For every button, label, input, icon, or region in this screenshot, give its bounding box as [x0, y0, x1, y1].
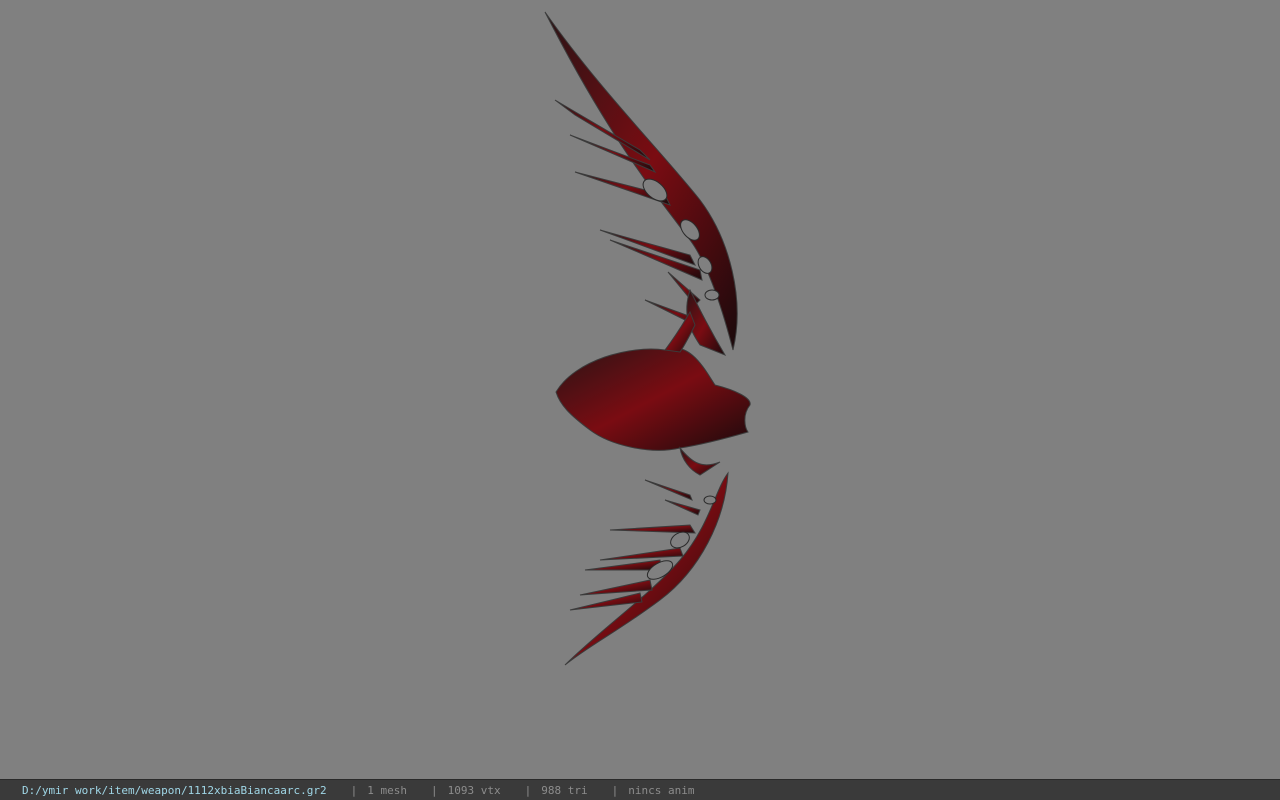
3d-viewport[interactable]: [0, 0, 1280, 779]
upper-limb: [544, 11, 738, 357]
grip: [555, 310, 751, 476]
separator: |: [431, 783, 438, 797]
bow-model-icon[interactable]: [0, 0, 1280, 779]
separator: |: [611, 783, 619, 797]
animation-status: nincs anim: [628, 783, 695, 797]
file-path: D:/ymir work/item/weapon/1112xbiaBiancaa…: [22, 783, 327, 797]
triangle-count: 988 tri: [541, 783, 588, 797]
vertex-count: 1093 vtx: [447, 783, 501, 797]
lower-limb: [564, 471, 729, 666]
status-bar: D:/ymir work/item/weapon/1112xbiaBiancaa…: [0, 779, 1280, 800]
mesh-count: 1 mesh: [367, 783, 408, 797]
separator: |: [350, 783, 358, 797]
separator: |: [524, 783, 532, 797]
